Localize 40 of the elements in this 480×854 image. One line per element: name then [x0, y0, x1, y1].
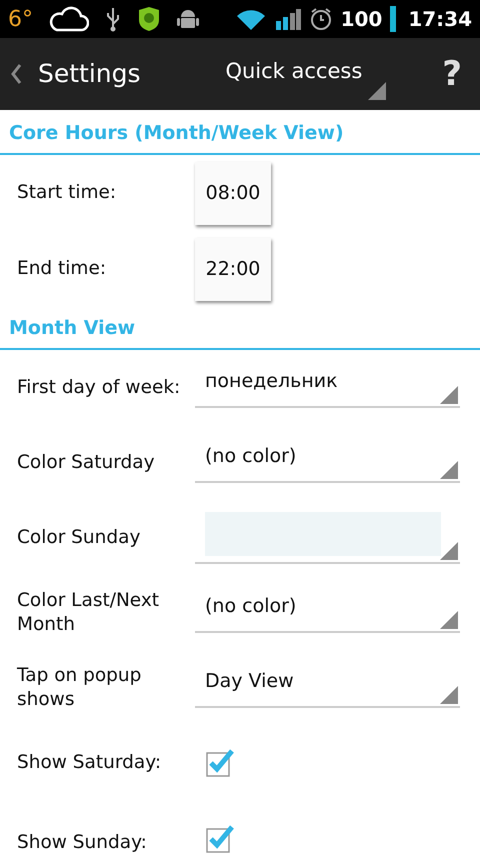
checkbox[interactable] — [205, 824, 235, 854]
dropdown-triangle-icon — [440, 386, 458, 404]
checkbox[interactable] — [205, 748, 235, 778]
dropdown-triangle-icon — [440, 610, 458, 629]
setting-label: Start time: — [17, 181, 118, 205]
section-header: Month View — [0, 307, 480, 350]
quick-access-dropdown[interactable]: Quick access — [225, 46, 386, 102]
cloud-icon — [49, 6, 89, 32]
dropdown-field[interactable]: Day View — [195, 667, 460, 708]
android-icon — [177, 7, 199, 31]
dropdown-field[interactable]: (no color) — [195, 442, 460, 483]
signal-icon — [274, 7, 301, 31]
clock-text: 17:34 — [408, 6, 472, 33]
screen-title: Settings — [38, 58, 141, 90]
time-button[interactable]: 22:00 — [195, 238, 271, 300]
setting-label: Show Saturday: — [17, 750, 162, 774]
setting-label: Tap on popup shows — [17, 664, 142, 711]
shield-icon — [137, 6, 161, 32]
setting-label: Color Sunday — [17, 526, 142, 550]
battery-text: 100 — [340, 6, 382, 33]
battery-icon — [390, 6, 396, 32]
alarm-clock-icon — [308, 7, 333, 31]
help-button[interactable]: ? — [434, 48, 470, 100]
dropdown-triangle-icon — [440, 542, 458, 560]
dropdown-field[interactable]: (no color) — [195, 592, 460, 633]
dropdown-triangle-icon — [440, 686, 458, 704]
setting-label: Color Last/Next Month — [17, 589, 160, 636]
back-chevron-icon — [10, 63, 22, 85]
setting-label: Color Saturday — [17, 450, 156, 474]
dropdown-triangle-icon — [440, 460, 458, 479]
dropdown-field[interactable]: понедельник — [195, 367, 460, 408]
setting-label: Show Sunday: — [17, 830, 148, 854]
usb-icon — [105, 6, 121, 32]
setting-label: First day of week: — [17, 376, 182, 400]
section-header: Core Hours (Month/Week View) — [0, 110, 480, 155]
dropdown-triangle-icon — [368, 82, 386, 100]
color-picker-field[interactable] — [195, 512, 460, 564]
temperature-text: 6° — [8, 6, 33, 34]
time-button[interactable]: 08:00 — [195, 162, 271, 224]
setting-label: End time: — [17, 257, 108, 281]
